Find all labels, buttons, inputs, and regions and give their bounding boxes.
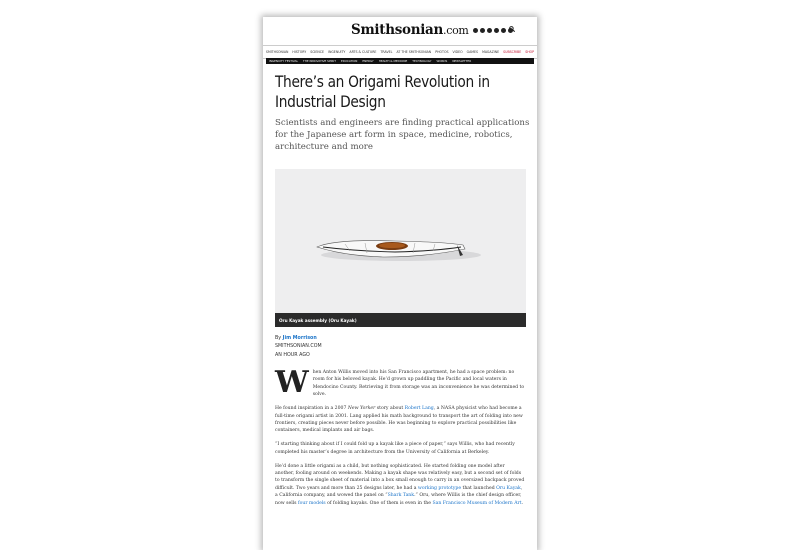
article-page: Smithsonian.com Smithsonian History Scie… bbox=[263, 17, 537, 550]
article-dek: Scientists and engineers are finding pra… bbox=[275, 118, 530, 152]
subnav-item-education[interactable]: Education bbox=[341, 59, 357, 63]
nav-item-video[interactable]: Video bbox=[453, 50, 463, 54]
subnav-item-words[interactable]: Words bbox=[436, 59, 447, 63]
secondary-nav: Ingenuity Festival The Innovative Spirit… bbox=[266, 58, 534, 64]
subnav-item-newsletter[interactable]: Newsletter bbox=[452, 59, 471, 63]
site-logo[interactable]: Smithsonian.com bbox=[351, 22, 469, 38]
outlet-label: SMITHSONIAN.COM bbox=[275, 344, 322, 350]
nav-item-ingenuity[interactable]: Ingenuity bbox=[328, 50, 345, 54]
link-four-models[interactable]: four models bbox=[298, 501, 326, 506]
p2-text-a: He found inspiration in a 2007 bbox=[275, 406, 348, 412]
link-oru-kayak[interactable]: Oru Kayak bbox=[496, 486, 521, 491]
social-links bbox=[473, 28, 513, 33]
nav-item-at-the-smithsonian[interactable]: At the Smithsonian bbox=[396, 50, 431, 54]
paragraph-2: He found inspiration in a 2007 New Yorke… bbox=[275, 405, 525, 435]
paragraph-1-text: hen Anton Willis moved into his San Fran… bbox=[312, 370, 525, 398]
link-working-prototype[interactable]: working prototype bbox=[418, 486, 461, 491]
p2-text-b: story about bbox=[375, 406, 405, 412]
link-sfmoma[interactable]: San Francisco Museum of Modern Art bbox=[432, 501, 521, 506]
instagram-icon[interactable] bbox=[494, 28, 499, 33]
subnav-item-technology[interactable]: Technology bbox=[412, 59, 431, 63]
paragraph-4: He’d done a little origami as a child, b… bbox=[275, 463, 525, 507]
paragraph-1: When Anton Willis moved into his San Fra… bbox=[275, 365, 525, 400]
nav-item-travel[interactable]: Travel bbox=[380, 50, 392, 54]
facebook-icon[interactable] bbox=[473, 28, 478, 33]
nav-item-magazine[interactable]: Magazine bbox=[482, 50, 499, 54]
nav-item-photos[interactable]: Photos bbox=[435, 50, 448, 54]
twitter-icon[interactable] bbox=[480, 28, 485, 33]
link-robert-lang[interactable]: Robert Lang bbox=[405, 406, 434, 411]
nav-item-games[interactable]: Games bbox=[467, 50, 478, 54]
p4-text-f: . bbox=[521, 500, 524, 506]
nav-item-arts-culture[interactable]: Arts & Culture bbox=[349, 50, 376, 54]
paragraph-3: “I starting thinking about if I could fo… bbox=[275, 442, 515, 455]
search-icon[interactable] bbox=[509, 26, 515, 32]
subnav-item-festival[interactable]: Ingenuity Festival bbox=[269, 59, 298, 63]
subnav-item-health[interactable]: Health & Medicine bbox=[379, 59, 408, 63]
kayak-illustration bbox=[316, 240, 481, 261]
hero-image bbox=[275, 169, 526, 313]
article-body: When Anton Willis moved into his San Fra… bbox=[275, 365, 525, 514]
nav-item-history[interactable]: History bbox=[292, 50, 306, 54]
subnav-item-energy[interactable]: Energy bbox=[362, 59, 373, 63]
timestamp: AN HOUR AGO bbox=[275, 352, 310, 358]
masthead: Smithsonian.com bbox=[263, 17, 537, 43]
byline-prefix: By bbox=[275, 336, 283, 341]
image-caption: Oru Kayak assembly (Oru Kayak) bbox=[275, 313, 526, 327]
nav-item-science[interactable]: Science bbox=[310, 50, 324, 54]
p2-magazine: New Yorker bbox=[347, 406, 376, 412]
logo-tld: .com bbox=[443, 24, 469, 37]
primary-nav: Smithsonian History Science Ingenuity Ar… bbox=[263, 45, 537, 59]
nav-item-smithsonian[interactable]: Smithsonian bbox=[266, 50, 288, 54]
nav-item-shop[interactable]: Shop bbox=[525, 50, 534, 54]
pinterest-icon[interactable] bbox=[487, 28, 492, 33]
author-link[interactable]: Jim Morrison bbox=[283, 336, 317, 341]
link-shark-tank[interactable]: Shark Tank bbox=[388, 493, 414, 498]
p4-text-e: of folding kayaks. One of them is even i… bbox=[325, 500, 433, 506]
youtube-icon[interactable] bbox=[501, 28, 506, 33]
article-title: There’s an Origami Revolution in Industr… bbox=[275, 72, 490, 111]
p4-text-b: that launched bbox=[461, 485, 497, 491]
drop-cap: W bbox=[275, 365, 309, 400]
logo-text: Smithsonian bbox=[351, 22, 444, 38]
subnav-item-innovative-spirit[interactable]: The Innovative Spirit bbox=[303, 59, 336, 63]
nav-item-subscribe[interactable]: Subscribe bbox=[503, 50, 521, 54]
caption-text: Oru Kayak assembly (Oru Kayak) bbox=[279, 317, 357, 323]
byline: By Jim Morrison SMITHSONIAN.COM AN HOUR … bbox=[275, 335, 322, 360]
